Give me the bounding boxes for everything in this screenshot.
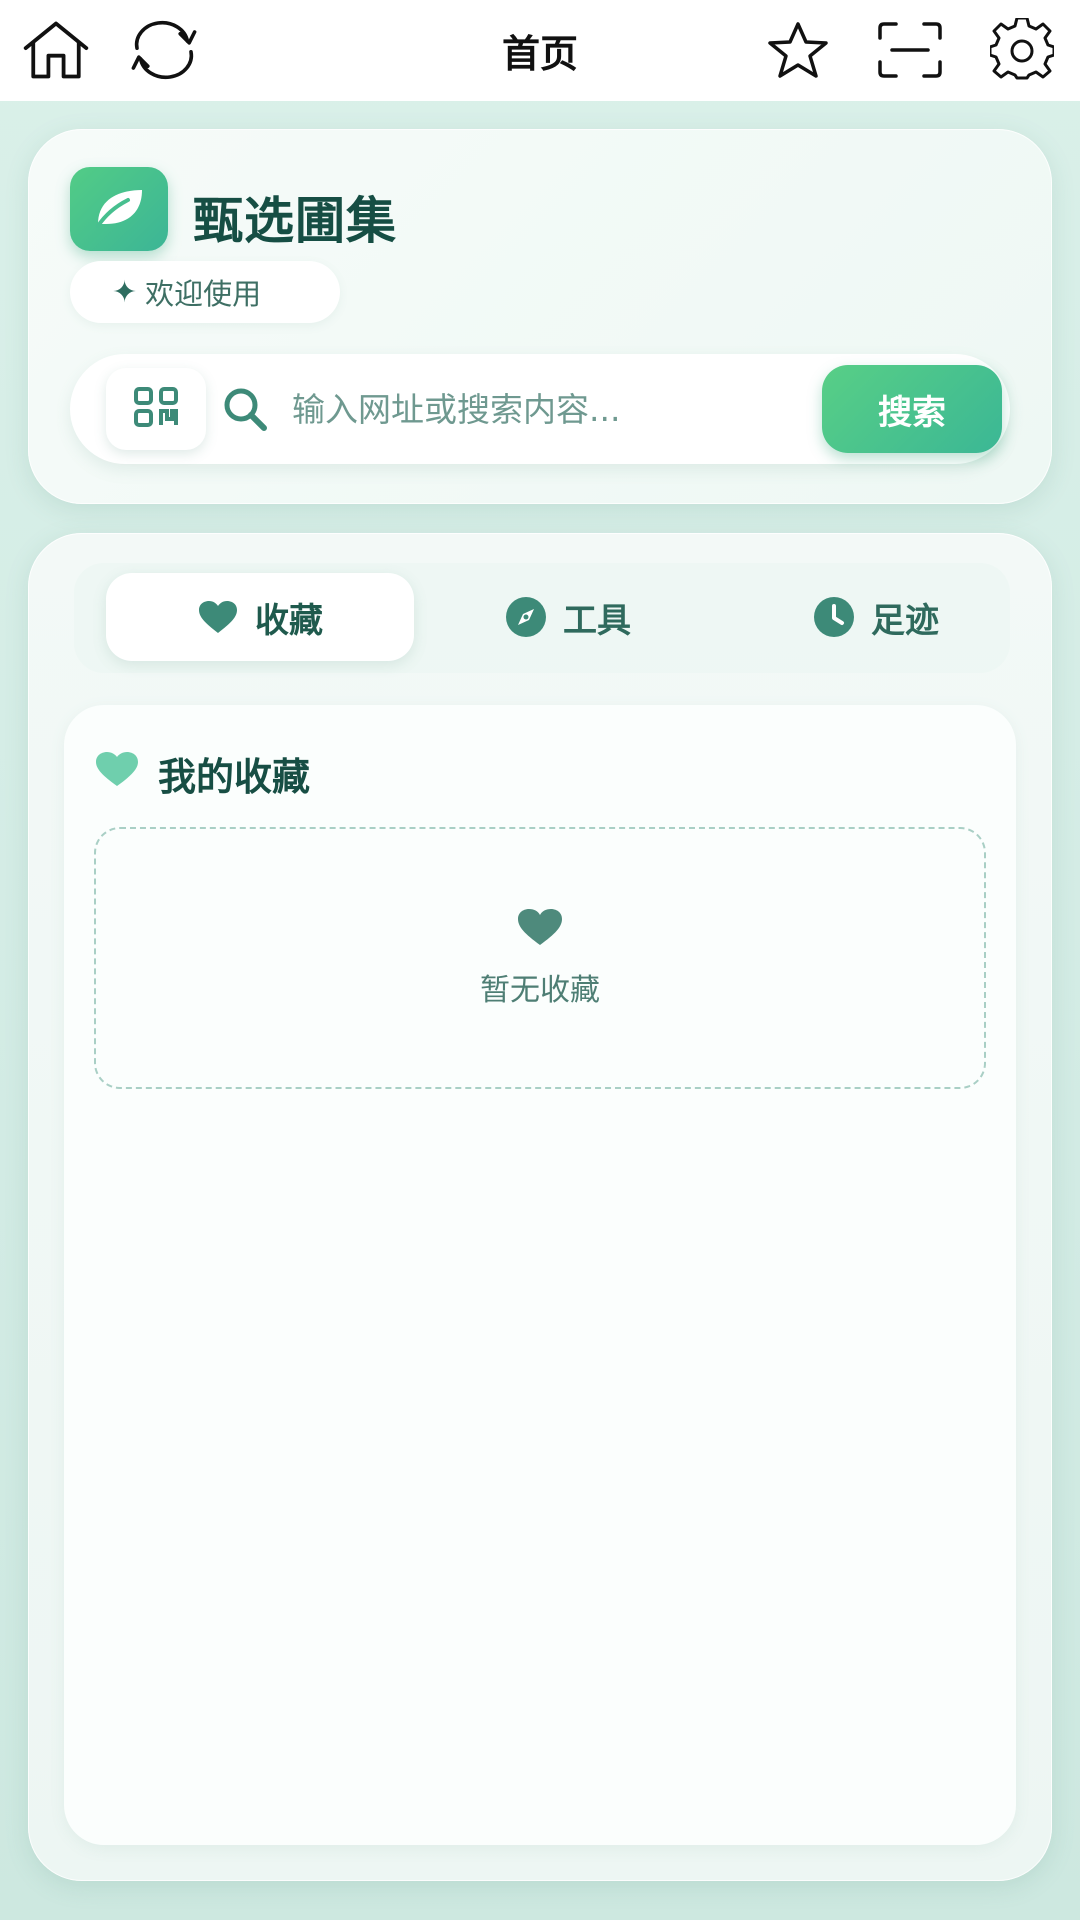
app-logo (70, 167, 168, 251)
search-button[interactable]: 搜索 (822, 365, 1002, 453)
tab-favorites[interactable]: 收藏 (106, 573, 414, 661)
tab-history[interactable]: 足迹 (722, 573, 1030, 661)
scan-icon[interactable] (874, 18, 946, 82)
compass-icon (505, 596, 547, 638)
heart-icon (516, 907, 564, 951)
tab-favorites-label: 收藏 (255, 600, 323, 641)
heart-icon (197, 596, 239, 638)
welcome-badge: ✦ 欢迎使用 (70, 261, 340, 323)
welcome-text: 欢迎使用 (145, 277, 262, 311)
home-icon[interactable] (20, 18, 92, 82)
qr-code-icon (134, 387, 178, 431)
favorites-section-title: 我的收藏 (94, 743, 310, 803)
tab-tools-label: 工具 (563, 600, 631, 641)
star-icon[interactable] (762, 18, 834, 82)
sparkle-icon: ✦ (112, 274, 138, 310)
empty-state: 暂无收藏 (94, 827, 986, 1089)
brand-name: 甄选圃集 (193, 192, 397, 250)
search-bar: 搜索 (70, 354, 1010, 464)
top-nav-bar: 首页 (0, 0, 1080, 101)
search-input[interactable] (292, 374, 772, 444)
favorites-title-text: 我的收藏 (158, 754, 311, 799)
favorites-card: 我的收藏 暂无收藏 (64, 705, 1016, 1845)
qr-scan-button[interactable] (106, 368, 206, 450)
heart-icon (94, 750, 140, 797)
header-card: 甄选圃集 ✦ 欢迎使用 搜索 (28, 129, 1052, 504)
tab-history-label: 足迹 (871, 600, 939, 641)
refresh-icon[interactable] (128, 18, 200, 82)
main-panel: 收藏 工具 足迹 我的收藏 暂无收藏 (28, 533, 1052, 1881)
clock-icon (813, 596, 855, 638)
leaf-icon (92, 184, 146, 234)
tab-bar: 收藏 工具 足迹 (74, 563, 1010, 673)
search-icon (220, 384, 270, 434)
tab-tools[interactable]: 工具 (414, 573, 722, 661)
empty-state-text: 暂无收藏 (480, 973, 600, 1008)
gear-icon[interactable] (986, 18, 1058, 82)
